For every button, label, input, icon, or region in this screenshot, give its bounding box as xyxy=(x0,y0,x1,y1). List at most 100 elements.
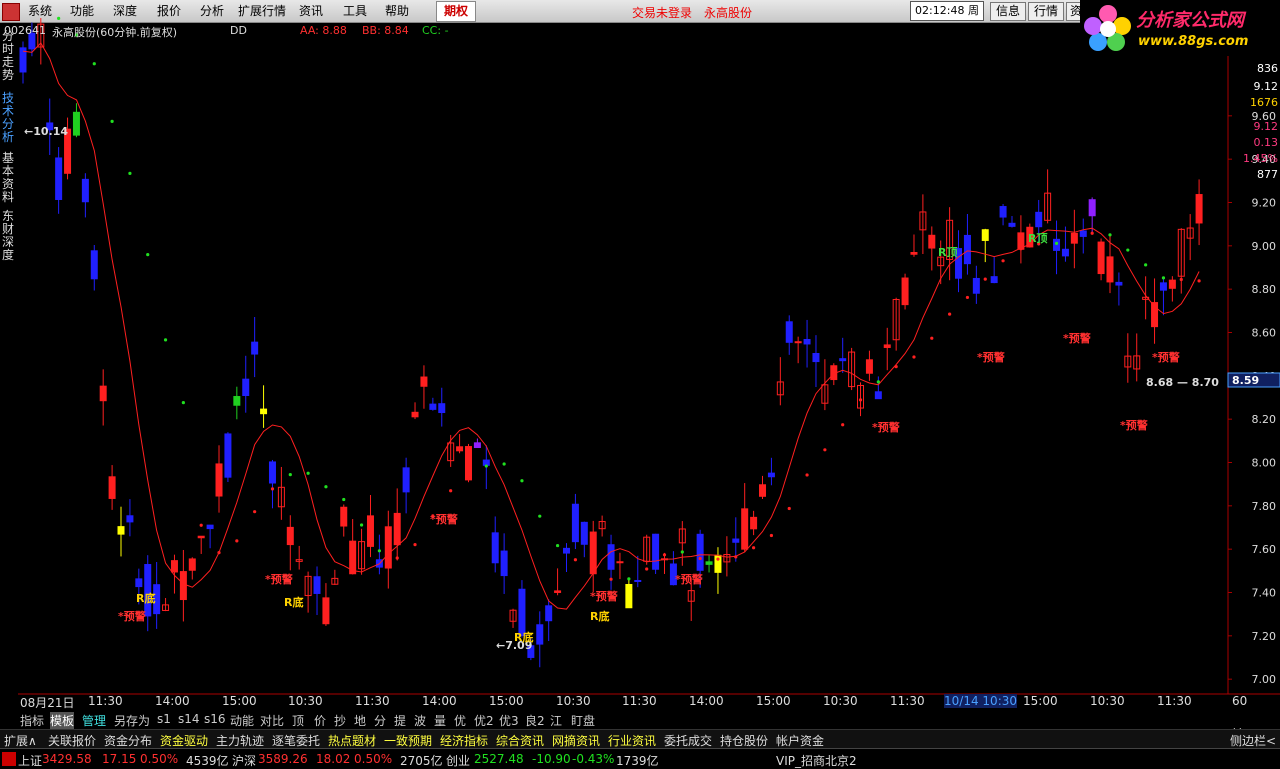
time-tick: 11:30 xyxy=(88,694,123,708)
indicator-tab[interactable]: 动能 xyxy=(230,712,254,729)
feature-tab[interactable]: 行业资讯 xyxy=(608,732,656,749)
indicator-tab[interactable]: 盯盘 xyxy=(571,712,595,729)
candle-body xyxy=(108,476,116,499)
sz-value: 3589.26 xyxy=(258,752,308,766)
trend-dot xyxy=(627,577,631,581)
feature-tab[interactable]: 主力轨迹 xyxy=(216,732,264,749)
indicator-tab[interactable]: 优 xyxy=(454,712,466,729)
signal-top-label: R顶 xyxy=(938,246,957,259)
time-tick: 15:00 xyxy=(1023,694,1058,708)
feature-tab[interactable]: 网摘资讯 xyxy=(552,732,600,749)
indicator-tab[interactable]: 地 xyxy=(354,712,366,729)
candle-body xyxy=(206,524,214,530)
candle-body xyxy=(972,277,980,294)
feature-tab[interactable]: 资金分布 xyxy=(104,732,152,749)
candle-body xyxy=(705,561,713,565)
nav-intraday[interactable]: 分时走势 xyxy=(2,30,16,82)
time-tick: 15:00 xyxy=(222,694,257,708)
trend-dot xyxy=(270,487,275,491)
candle-body xyxy=(839,358,847,362)
indicator-tab[interactable]: 模板 xyxy=(50,712,75,729)
y-tick-label: 7.60 xyxy=(1252,543,1277,556)
feature-tab[interactable]: 逐笔委托 xyxy=(272,732,320,749)
indicator-tab[interactable]: 顶 xyxy=(292,712,304,729)
candle-body xyxy=(571,503,579,543)
trend-dot xyxy=(128,171,132,176)
candle-body xyxy=(607,544,615,570)
side-toggle[interactable]: 侧边栏< xyxy=(1230,732,1276,749)
left-nav: 分时走势 技术分析 基本资料 东财深度 xyxy=(0,28,18,268)
indicator-tab[interactable]: 优3 xyxy=(499,712,519,729)
candle-body xyxy=(812,352,820,363)
sh-label[interactable]: 上证 xyxy=(18,752,42,769)
indicator-tab[interactable]: 江 xyxy=(550,712,562,729)
feature-tab[interactable]: 委托成交 xyxy=(664,732,712,749)
time-tick: 10:30 xyxy=(823,694,858,708)
candle-body xyxy=(393,512,401,546)
candle-body xyxy=(179,571,187,601)
indicator-tab[interactable]: 分 xyxy=(374,712,386,729)
candlestick-chart[interactable]: 9.609.409.209.008.808.608.408.208.007.80… xyxy=(0,0,1280,768)
indicator-tab[interactable]: 量 xyxy=(434,712,446,729)
y-tick-label: 8.00 xyxy=(1252,457,1277,470)
feature-tab[interactable]: 资金驱动 xyxy=(160,732,208,749)
candle-body xyxy=(340,506,348,527)
indicator-tab[interactable]: 波 xyxy=(414,712,426,729)
candle-body xyxy=(901,277,909,306)
candle-body xyxy=(135,578,143,588)
warning-label: *预警 xyxy=(265,572,293,586)
indicator-tab[interactable]: 优2 xyxy=(474,712,494,729)
indicator-tab[interactable]: 对比 xyxy=(260,712,284,729)
candle-body xyxy=(634,579,642,582)
indicator-tab[interactable]: 指标 xyxy=(20,712,44,729)
y-tick-label: 7.40 xyxy=(1252,587,1277,600)
indicator-tab[interactable]: s14 xyxy=(178,712,200,726)
stock-title: 永高股份(60分钟.前复权) xyxy=(52,26,178,39)
y-tick-label: 8.80 xyxy=(1252,283,1277,296)
feature-tab[interactable]: 经济指标 xyxy=(440,732,488,749)
trend-dot xyxy=(1019,247,1023,251)
feature-tab[interactable]: 扩展∧ xyxy=(4,732,37,749)
indicator-tab[interactable]: 抄 xyxy=(334,712,346,729)
trend-dot xyxy=(324,485,328,489)
sz-label[interactable]: 沪深 xyxy=(232,752,256,769)
time-tick: 11:30 xyxy=(622,694,657,708)
candle-body xyxy=(910,251,918,255)
feature-tab[interactable]: 关联报价 xyxy=(48,732,96,749)
cy-label[interactable]: 创业 xyxy=(446,752,470,769)
feature-tab[interactable]: 综合资讯 xyxy=(496,732,544,749)
cy-value: 2527.48 xyxy=(474,752,524,766)
time-tick: 14:00 xyxy=(422,694,457,708)
feature-tab[interactable]: 帐户资金 xyxy=(776,732,824,749)
indicator-tab[interactable]: 管理 xyxy=(82,712,106,729)
candle-body xyxy=(750,516,758,530)
nav-eastmoney[interactable]: 东财深度 xyxy=(2,210,16,262)
time-tick: 08月21日 xyxy=(20,696,75,710)
indicator-tab[interactable]: 价 xyxy=(314,712,326,729)
trend-dot xyxy=(484,464,488,468)
candle-body xyxy=(999,206,1007,218)
indicator-tab[interactable]: 另存为 xyxy=(114,712,150,729)
indicator-tab[interactable]: 提 xyxy=(394,712,406,729)
time-tick: 14:00 xyxy=(689,694,724,708)
feature-tab[interactable]: 持仓股份 xyxy=(720,732,768,749)
indicator-tab[interactable]: s16 xyxy=(204,712,226,726)
nav-fundamental[interactable]: 基本资料 xyxy=(2,152,16,204)
server-name[interactable]: VIP_招商北京2 xyxy=(776,752,857,769)
signal-top-label: R顶 xyxy=(1028,232,1047,245)
right-val-2: 9.12 xyxy=(1253,80,1279,93)
candle-body xyxy=(473,442,481,449)
time-tick: 10:30 xyxy=(556,694,591,708)
candle-body xyxy=(963,234,971,265)
candle-body xyxy=(242,378,250,396)
indicator-tab[interactable]: 良2 xyxy=(525,712,545,729)
feature-tab[interactable]: 一致预期 xyxy=(384,732,432,749)
y-tick-label: 7.20 xyxy=(1252,630,1277,643)
candle-body xyxy=(928,234,936,249)
trend-dot xyxy=(288,473,292,477)
nav-technical[interactable]: 技术分析 xyxy=(2,92,16,144)
feature-tab[interactable]: 热点题材 xyxy=(328,732,376,749)
indicator-tab[interactable]: s1 xyxy=(157,712,171,726)
candle-body xyxy=(491,532,499,564)
candle-body xyxy=(1168,279,1176,289)
